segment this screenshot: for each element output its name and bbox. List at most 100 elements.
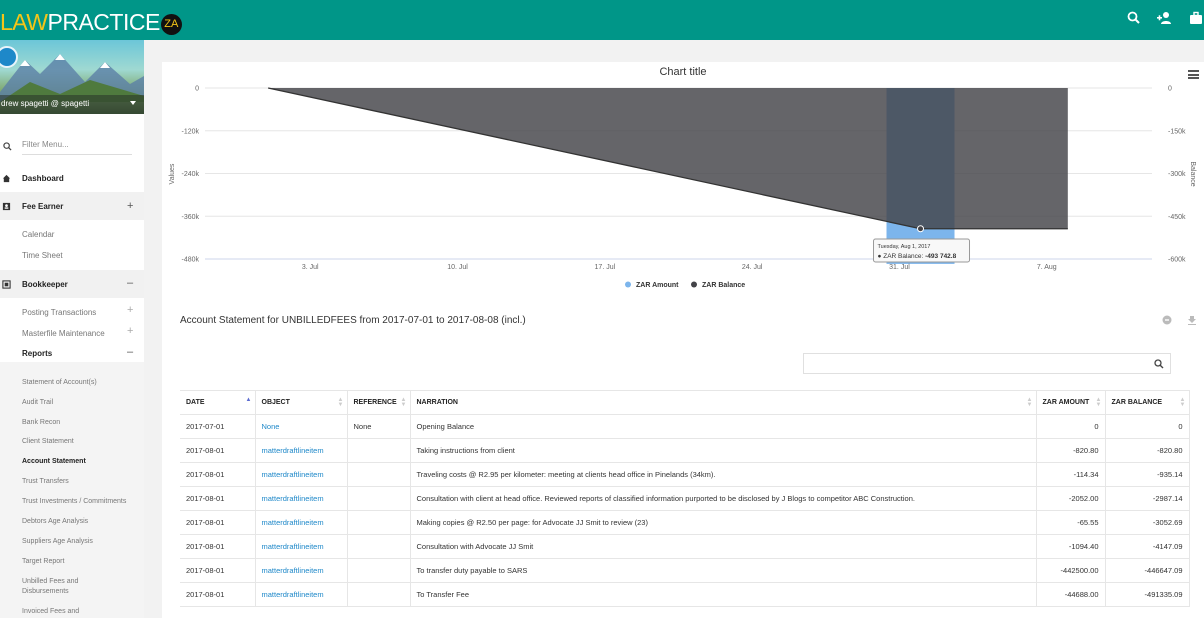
cell-reference bbox=[347, 438, 411, 463]
report-debtors-age-analysis[interactable]: Debtors Age Analysis bbox=[22, 517, 88, 527]
cell-object[interactable]: matterdraftlineitem bbox=[255, 582, 348, 607]
y-right-tick-label: 0 bbox=[1168, 86, 1172, 93]
cell-zar-amount: -820.80 bbox=[1036, 438, 1106, 463]
cell-date: 2017-08-01 bbox=[180, 558, 256, 583]
report-suppliers-age-analysis[interactable]: Suppliers Age Analysis bbox=[22, 537, 93, 547]
table-row[interactable]: 2017-08-01 matterdraftlineitem To transfer… bbox=[180, 558, 1190, 583]
cell-object[interactable]: matterdraftlineitem bbox=[255, 438, 348, 463]
cell-zar-balance: -2987.14 bbox=[1105, 486, 1190, 511]
cell-date: 2017-07-01 bbox=[180, 414, 256, 439]
table-row[interactable]: 2017-08-01 matterdraftlineitem Consultatio… bbox=[180, 534, 1190, 559]
x-tick-label: 31. Jul bbox=[889, 264, 910, 271]
cell-zar-balance: -491335.09 bbox=[1105, 582, 1190, 607]
cell-narration: Consultation with Advocate JJ Smit bbox=[410, 534, 1037, 559]
legend-marker-zar-balance bbox=[691, 281, 697, 288]
cell-zar-amount: -1094.40 bbox=[1036, 534, 1106, 559]
cell-object[interactable]: matterdraftlineitem bbox=[255, 510, 348, 535]
report-trust-investments[interactable]: Trust Investments / Commitments bbox=[22, 497, 126, 507]
report-statement-of-accounts[interactable]: Statement of Account(s) bbox=[22, 378, 97, 388]
expand-icon[interactable]: + bbox=[127, 200, 133, 212]
report-bank-recon[interactable]: Bank Recon bbox=[22, 418, 60, 428]
table-row[interactable]: 2017-08-01 matterdraftlineitem Taking inst… bbox=[180, 438, 1190, 463]
column-header-zar-balance[interactable]: ZAR BALANCE ▲ ▼ bbox=[1105, 390, 1190, 415]
table-row[interactable]: 2017-08-01 matterdraftlineitem Traveling c… bbox=[180, 462, 1190, 487]
y-tick-label: -240k bbox=[181, 171, 199, 178]
caret-down-icon[interactable] bbox=[130, 101, 136, 105]
column-header-date[interactable]: DATE ▲ bbox=[180, 390, 256, 415]
cell-date: 2017-08-01 bbox=[180, 534, 256, 559]
cell-zar-amount: -2052.00 bbox=[1036, 486, 1106, 511]
report-audit-trail[interactable]: Audit Trail bbox=[22, 398, 53, 408]
y-right-tick-label: -450k bbox=[1168, 214, 1186, 221]
cell-reference: None bbox=[347, 414, 411, 439]
search-icon[interactable] bbox=[1126, 10, 1142, 26]
table-row[interactable]: 2017-08-01 matterdraftlineitem To Transfer… bbox=[180, 582, 1190, 607]
balance-chart[interactable]: 0 0 -120k -150k -240k -300k -360k -450k -480k -60… bbox=[162, 62, 1204, 302]
table-row[interactable]: 2017-08-01 matterdraftlineitem Making copi… bbox=[180, 510, 1190, 535]
cell-object[interactable]: None bbox=[255, 414, 348, 439]
cell-object[interactable]: matterdraftlineitem bbox=[255, 462, 348, 487]
y-tick-label: -120k bbox=[181, 128, 199, 135]
menu-dashboard[interactable]: Dashboard bbox=[0, 164, 144, 192]
column-header-narration[interactable]: NARRATION ▲ ▼ bbox=[410, 390, 1037, 415]
briefcase-icon[interactable] bbox=[1188, 10, 1204, 26]
y-axis-label: Values bbox=[169, 163, 176, 184]
download-icon[interactable] bbox=[1187, 315, 1197, 325]
column-header-zar-amount[interactable]: ZAR AMOUNT ▲ ▼ bbox=[1036, 390, 1106, 415]
y-right-tick-label: -600k bbox=[1168, 257, 1186, 264]
search-icon[interactable] bbox=[1154, 359, 1164, 369]
cell-date: 2017-08-01 bbox=[180, 582, 256, 607]
column-header-reference[interactable]: REFERENCE ▲ ▼ bbox=[347, 390, 411, 415]
menu-reports[interactable]: Reports bbox=[22, 349, 52, 358]
cell-reference bbox=[347, 534, 411, 559]
refresh-icon[interactable] bbox=[1162, 315, 1172, 325]
cell-date: 2017-08-01 bbox=[180, 462, 256, 487]
legend-zar-amount: ZAR Amount bbox=[636, 282, 679, 289]
cell-narration: To Transfer Fee bbox=[410, 582, 1037, 607]
menu-time-sheet[interactable]: Time Sheet bbox=[22, 251, 63, 260]
menu-calendar[interactable]: Calendar bbox=[22, 230, 54, 239]
expand-icon[interactable]: + bbox=[127, 304, 133, 316]
report-unbilled-fees[interactable]: Unbilled Fees and Disbursements bbox=[22, 577, 92, 597]
column-header-object[interactable]: OBJECT ▲ ▼ bbox=[255, 390, 348, 415]
main-panel: Chart title 0 0 -120k -150k -240k -300k -360k -… bbox=[162, 62, 1204, 618]
y-tick-label: -360k bbox=[181, 214, 199, 221]
report-account-statement[interactable]: Account Statement bbox=[22, 457, 86, 467]
y-tick-label: 0 bbox=[195, 86, 199, 93]
sidebar: drew spagetti @ spagetti Filter Menu... … bbox=[0, 40, 144, 618]
statement-title: Account Statement for UNBILLEDFEES from … bbox=[180, 315, 526, 326]
menu-fee-earner[interactable]: Fee Earner + bbox=[0, 192, 144, 220]
cell-object[interactable]: matterdraftlineitem bbox=[255, 534, 348, 559]
add-user-icon[interactable] bbox=[1157, 10, 1173, 26]
table-search-input[interactable] bbox=[803, 353, 1171, 374]
menu-posting-transactions[interactable]: Posting Transactions bbox=[22, 308, 96, 317]
x-tick-label: 10. Jul bbox=[447, 264, 468, 271]
collapse-icon[interactable]: – bbox=[127, 277, 133, 289]
cell-object[interactable]: matterdraftlineitem bbox=[255, 486, 348, 511]
cell-reference bbox=[347, 558, 411, 583]
table-row[interactable]: 2017-08-01 matterdraftlineitem Consultatio… bbox=[180, 486, 1190, 511]
report-invoiced-fees[interactable]: Invoiced Fees and bbox=[22, 607, 79, 617]
cell-date: 2017-08-01 bbox=[180, 510, 256, 535]
cell-reference bbox=[347, 462, 411, 487]
cell-zar-amount: -114.34 bbox=[1036, 462, 1106, 487]
search-icon bbox=[3, 142, 12, 151]
table-row[interactable]: 2017-07-01 None None Opening Balance 0 0 bbox=[180, 414, 1190, 439]
filter-menu-input[interactable]: Filter Menu... bbox=[22, 140, 69, 149]
x-tick-label: 7. Aug bbox=[1037, 264, 1057, 271]
menu-masterfile-maintenance[interactable]: Masterfile Maintenance bbox=[22, 329, 105, 338]
app-logo[interactable]: LAWPRACTICE ZA bbox=[0, 10, 182, 35]
menu-bookkeeper[interactable]: Bookkeeper – bbox=[0, 270, 144, 298]
user-profile-banner[interactable]: drew spagetti @ spagetti bbox=[0, 40, 144, 114]
report-trust-transfers[interactable]: Trust Transfers bbox=[22, 477, 69, 487]
cell-object[interactable]: matterdraftlineitem bbox=[255, 558, 348, 583]
legend-marker-zar-amount bbox=[625, 281, 631, 288]
cell-narration: Making copies @ R2.50 per page: for Advo… bbox=[410, 510, 1037, 535]
report-client-statement[interactable]: Client Statement bbox=[22, 437, 74, 447]
expand-icon[interactable]: + bbox=[127, 325, 133, 337]
cell-zar-amount: -65.55 bbox=[1036, 510, 1106, 535]
cell-narration: Traveling costs @ R2.95 per kilometer: m… bbox=[410, 462, 1037, 487]
collapse-icon[interactable]: – bbox=[127, 346, 133, 358]
report-target-report[interactable]: Target Report bbox=[22, 557, 64, 567]
ledger-icon bbox=[2, 280, 11, 289]
